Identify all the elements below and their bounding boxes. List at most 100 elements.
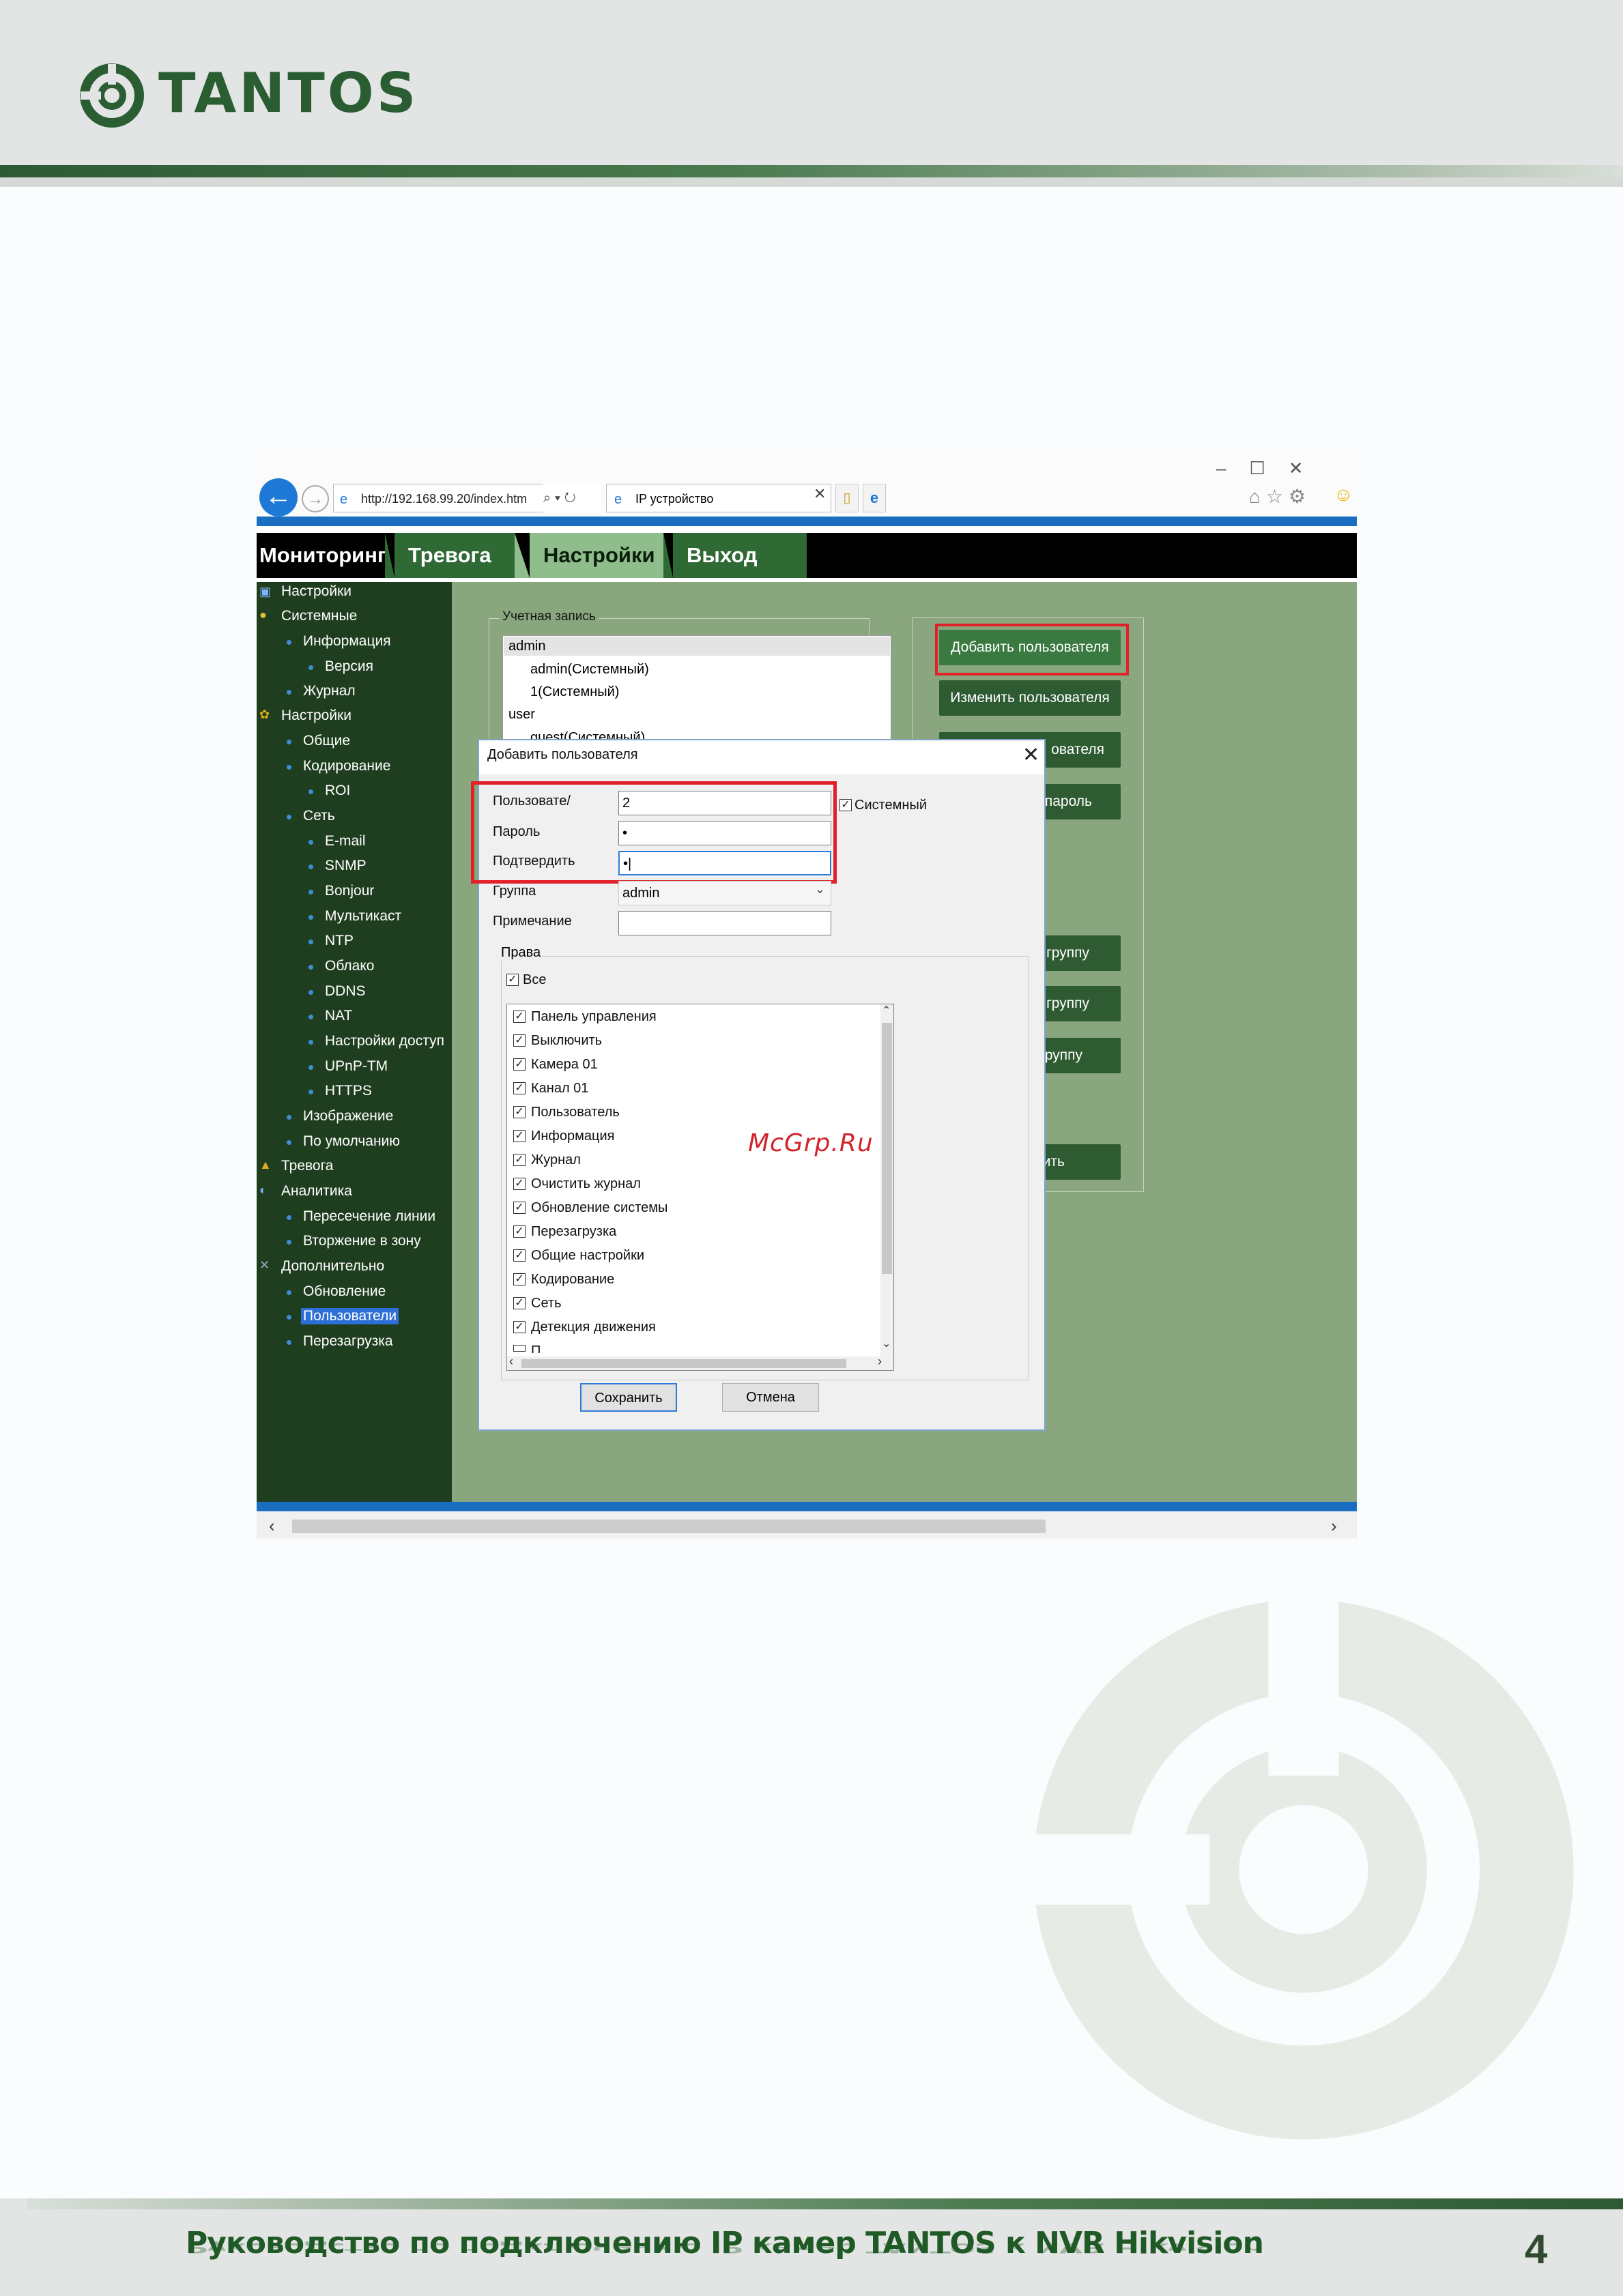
sidebar-item-image[interactable]: Изображение [303,1108,393,1124]
scroll-up-icon[interactable]: ⌃ [882,1004,891,1017]
note-input[interactable] [618,911,831,935]
bullet-icon [287,1290,291,1295]
sidebar-item-encoding[interactable]: Кодирование [303,758,390,774]
scroll-right-icon[interactable]: › [878,1354,882,1369]
list-item[interactable]: 1(Системный) [530,684,619,700]
new-tab-icon[interactable]: ▯ [835,484,859,512]
list-item[interactable]: Детекция движения [531,1320,656,1335]
list-item[interactable]: Выключить [531,1033,602,1049]
list-item[interactable]: user [508,707,535,723]
tab-monitoring[interactable]: Мониторинг [257,533,386,578]
right-checkbox[interactable]: ✓ [513,1273,526,1285]
sidebar-item-snmp[interactable]: SNMP [325,858,367,874]
back-arrow-icon[interactable]: ← [259,478,298,517]
sidebar-item-upnp[interactable]: UPnP-TM [325,1058,388,1075]
right-checkbox[interactable]: ✓ [513,1225,526,1238]
sidebar-item-general[interactable]: Общие [303,733,350,749]
right-checkbox[interactable]: ✓ [513,1034,526,1047]
right-checkbox[interactable]: ✓ [513,1082,526,1094]
window-controls[interactable]: –☐✕ [1216,458,1327,479]
right-checkbox[interactable] [513,1345,526,1352]
scrollbar-thumb[interactable] [882,1023,892,1274]
sidebar-item-system[interactable]: Системные [281,608,357,624]
sidebar-item-cloud[interactable]: Облако [325,958,374,974]
sidebar-item-users[interactable]: Пользователи [301,1308,399,1324]
list-item[interactable]: Кодирование [531,1272,614,1288]
list-item[interactable]: Сеть [531,1296,561,1311]
tab-alarm[interactable]: Тревога [394,533,515,578]
list-item[interactable]: Общие настройки [531,1248,644,1264]
tab-settings[interactable]: Настройки [530,533,663,578]
right-checkbox[interactable]: ✓ [513,1297,526,1309]
save-button[interactable]: Сохранить [580,1383,677,1412]
sidebar-item-email[interactable]: E-mail [325,833,366,849]
sidebar-item-analytics[interactable]: Аналитика [281,1183,352,1200]
list-item[interactable]: Перезагрузка [531,1224,616,1240]
list-item[interactable]: Панель управления [531,1009,657,1025]
sidebar-item-reboot[interactable]: Перезагрузка [303,1333,393,1350]
sidebar-item-update[interactable]: Обновление [303,1283,386,1300]
edit-user-button[interactable]: Изменить пользователя [939,680,1121,716]
sidebar-item-info[interactable]: Информация [303,633,391,650]
all-checkbox[interactable]: ✓ [506,974,519,986]
right-checkbox[interactable]: ✓ [513,1321,526,1333]
sidebar-item-bonjour[interactable]: Bonjour [325,883,374,899]
bullet-icon [308,840,313,845]
list-item[interactable]: admin [508,639,545,654]
sidebar-item-advanced[interactable]: Дополнительно [281,1258,384,1275]
browser-tab[interactable]: IP устройство [606,484,831,512]
right-checkbox[interactable]: ✓ [513,1178,526,1190]
group-select[interactable]: admin [618,881,831,905]
sidebar-item-access[interactable]: Настройки доступ [325,1033,444,1049]
sidebar-item-log[interactable]: Журнал [303,683,356,699]
sidebar-item-roi[interactable]: ROI [325,783,350,799]
list-item[interactable]: П [531,1343,541,1353]
browser-toolbar-icons[interactable]: ⌂☆⚙ [1249,485,1311,508]
list-item[interactable]: Информация [531,1129,614,1144]
scrollbar-thumb[interactable] [292,1520,1046,1533]
sidebar-item-version[interactable]: Версия [325,658,373,675]
feedback-smiley-icon[interactable]: ☺ [1334,484,1353,506]
list-item[interactable]: Очистить журнал [531,1176,641,1192]
sidebar-item-settings[interactable]: Настройки [281,583,351,600]
sidebar-item-nat[interactable]: NAT [325,1008,352,1024]
list-item[interactable]: Камера 01 [531,1057,598,1073]
forward-arrow-icon[interactable]: → [302,485,329,512]
sidebar-item-alarm[interactable]: Тревога [281,1158,333,1174]
sidebar-item-network[interactable]: Сеть [303,808,335,824]
right-checkbox[interactable]: ✓ [513,1130,526,1142]
scrollbar-thumb[interactable] [521,1359,846,1368]
list-item[interactable]: Обновление системы [531,1200,667,1216]
chevron-down-icon[interactable]: ⌄ [815,882,825,897]
close-icon[interactable]: ✕ [1022,743,1039,767]
cancel-button[interactable]: Отмена [722,1383,819,1412]
sidebar-item-ddns[interactable]: DDNS [325,983,366,1000]
sidebar-item-multicast[interactable]: Мультикаст [325,908,401,925]
scroll-left-icon[interactable]: ‹ [509,1354,513,1369]
list-item[interactable]: Пользователь [531,1105,620,1120]
sidebar-item-intrusion[interactable]: Вторжение в зону [303,1233,421,1249]
gear-icon: ✿ [259,708,270,721]
scroll-right-icon[interactable]: › [1331,1515,1337,1537]
right-checkbox[interactable]: ✓ [513,1154,526,1166]
sidebar-item-ntp[interactable]: NTP [325,933,354,949]
right-checkbox[interactable]: ✓ [513,1249,526,1262]
sidebar-item-https[interactable]: HTTPS [325,1083,372,1099]
scroll-left-icon[interactable]: ‹ [269,1515,275,1537]
tab-close-icon[interactable]: ✕ [814,485,826,503]
sidebar-item-line-crossing[interactable]: Пересечение линии [303,1208,435,1225]
tab-exit[interactable]: Выход [673,533,807,578]
list-item[interactable]: admin(Системный) [530,662,649,678]
edge-icon[interactable]: e [863,484,886,512]
system-checkbox[interactable]: ✓ [839,799,852,811]
scroll-down-icon[interactable]: ⌄ [882,1337,891,1350]
list-item[interactable]: Журнал [531,1152,581,1168]
address-tools-icons[interactable]: ⌕ ▾ ↻ [543,484,601,512]
sidebar-item-defaults[interactable]: По умолчанию [303,1133,400,1150]
right-checkbox[interactable]: ✓ [513,1202,526,1214]
list-item[interactable]: Канал 01 [531,1081,588,1096]
sidebar-item-config[interactable]: Настройки [281,708,351,724]
right-checkbox[interactable]: ✓ [513,1011,526,1023]
right-checkbox[interactable]: ✓ [513,1106,526,1118]
right-checkbox[interactable]: ✓ [513,1058,526,1071]
